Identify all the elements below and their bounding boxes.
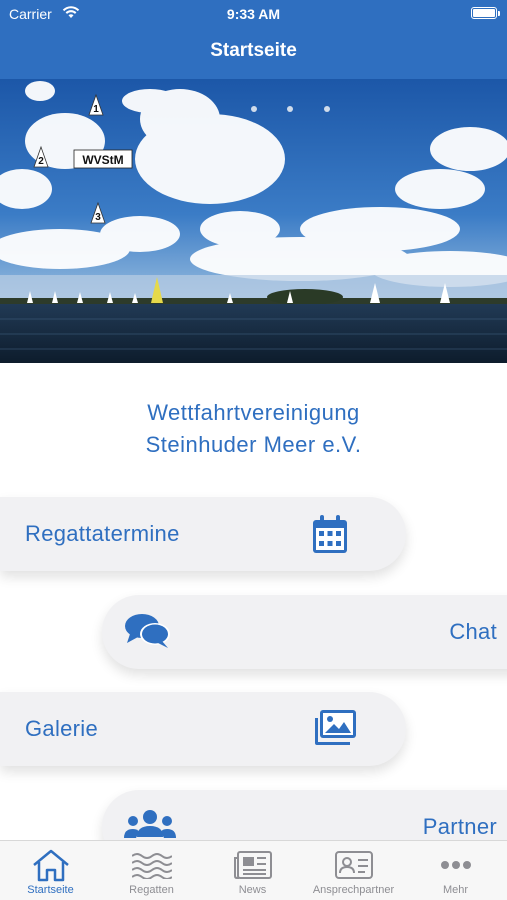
- club-name-line-2: Steinhuder Meer e.V.: [145, 432, 362, 457]
- tab-label: News: [238, 884, 267, 896]
- tab-news[interactable]: News: [202, 841, 303, 900]
- svg-text:1: 1: [93, 104, 99, 115]
- menu-item-label: Chat: [449, 619, 497, 644]
- tab-label: Startseite: [27, 884, 74, 896]
- tab-bar: Startseite Regatten News Ansprechpartner…: [0, 840, 507, 900]
- club-name: Wettfahrtvereinigung Steinhuder Meer e.V…: [0, 397, 507, 461]
- tab-label: Regatten: [129, 884, 174, 896]
- menu-item-chat[interactable]: Chat: [102, 595, 507, 669]
- svg-text:3: 3: [95, 212, 101, 223]
- chat-bubbles-icon: [124, 612, 172, 655]
- calendar-icon: [312, 514, 348, 559]
- hero-image: 1 2 3 WVStM: [0, 79, 507, 363]
- more-icon: [404, 847, 507, 883]
- home-icon: [0, 847, 101, 883]
- tab-startseite[interactable]: Startseite: [0, 841, 101, 900]
- page-title: Startseite: [210, 40, 297, 61]
- contact-card-icon: [303, 847, 404, 883]
- tab-mehr[interactable]: Mehr: [404, 841, 507, 900]
- menu-item-regattatermine[interactable]: Regattatermine: [0, 497, 406, 571]
- battery-icon: [471, 7, 500, 19]
- menu-item-label: Galerie: [25, 716, 99, 741]
- tab-label: Ansprechpartner: [312, 884, 395, 896]
- logo-banner: WVStM: [73, 149, 133, 169]
- menu-item-galerie[interactable]: Galerie: [0, 692, 406, 766]
- svg-text:2: 2: [38, 156, 44, 167]
- top-bar: Carrier 9:33 AM Startseite: [0, 0, 507, 79]
- waves-icon: [101, 847, 202, 883]
- svg-text:WVStM: WVStM: [82, 153, 123, 167]
- club-name-line-1: Wettfahrtvereinigung: [147, 400, 360, 425]
- tab-label: Mehr: [442, 884, 469, 896]
- newspaper-icon: [202, 847, 303, 883]
- menu-item-label: Regattatermine: [25, 521, 180, 546]
- status-time: 9:33 AM: [226, 6, 281, 22]
- images-icon: [312, 709, 358, 752]
- tab-ansprechpartner[interactable]: Ansprechpartner: [303, 841, 404, 900]
- status-bar: Carrier 9:33 AM: [0, 0, 507, 28]
- tab-regatten[interactable]: Regatten: [101, 841, 202, 900]
